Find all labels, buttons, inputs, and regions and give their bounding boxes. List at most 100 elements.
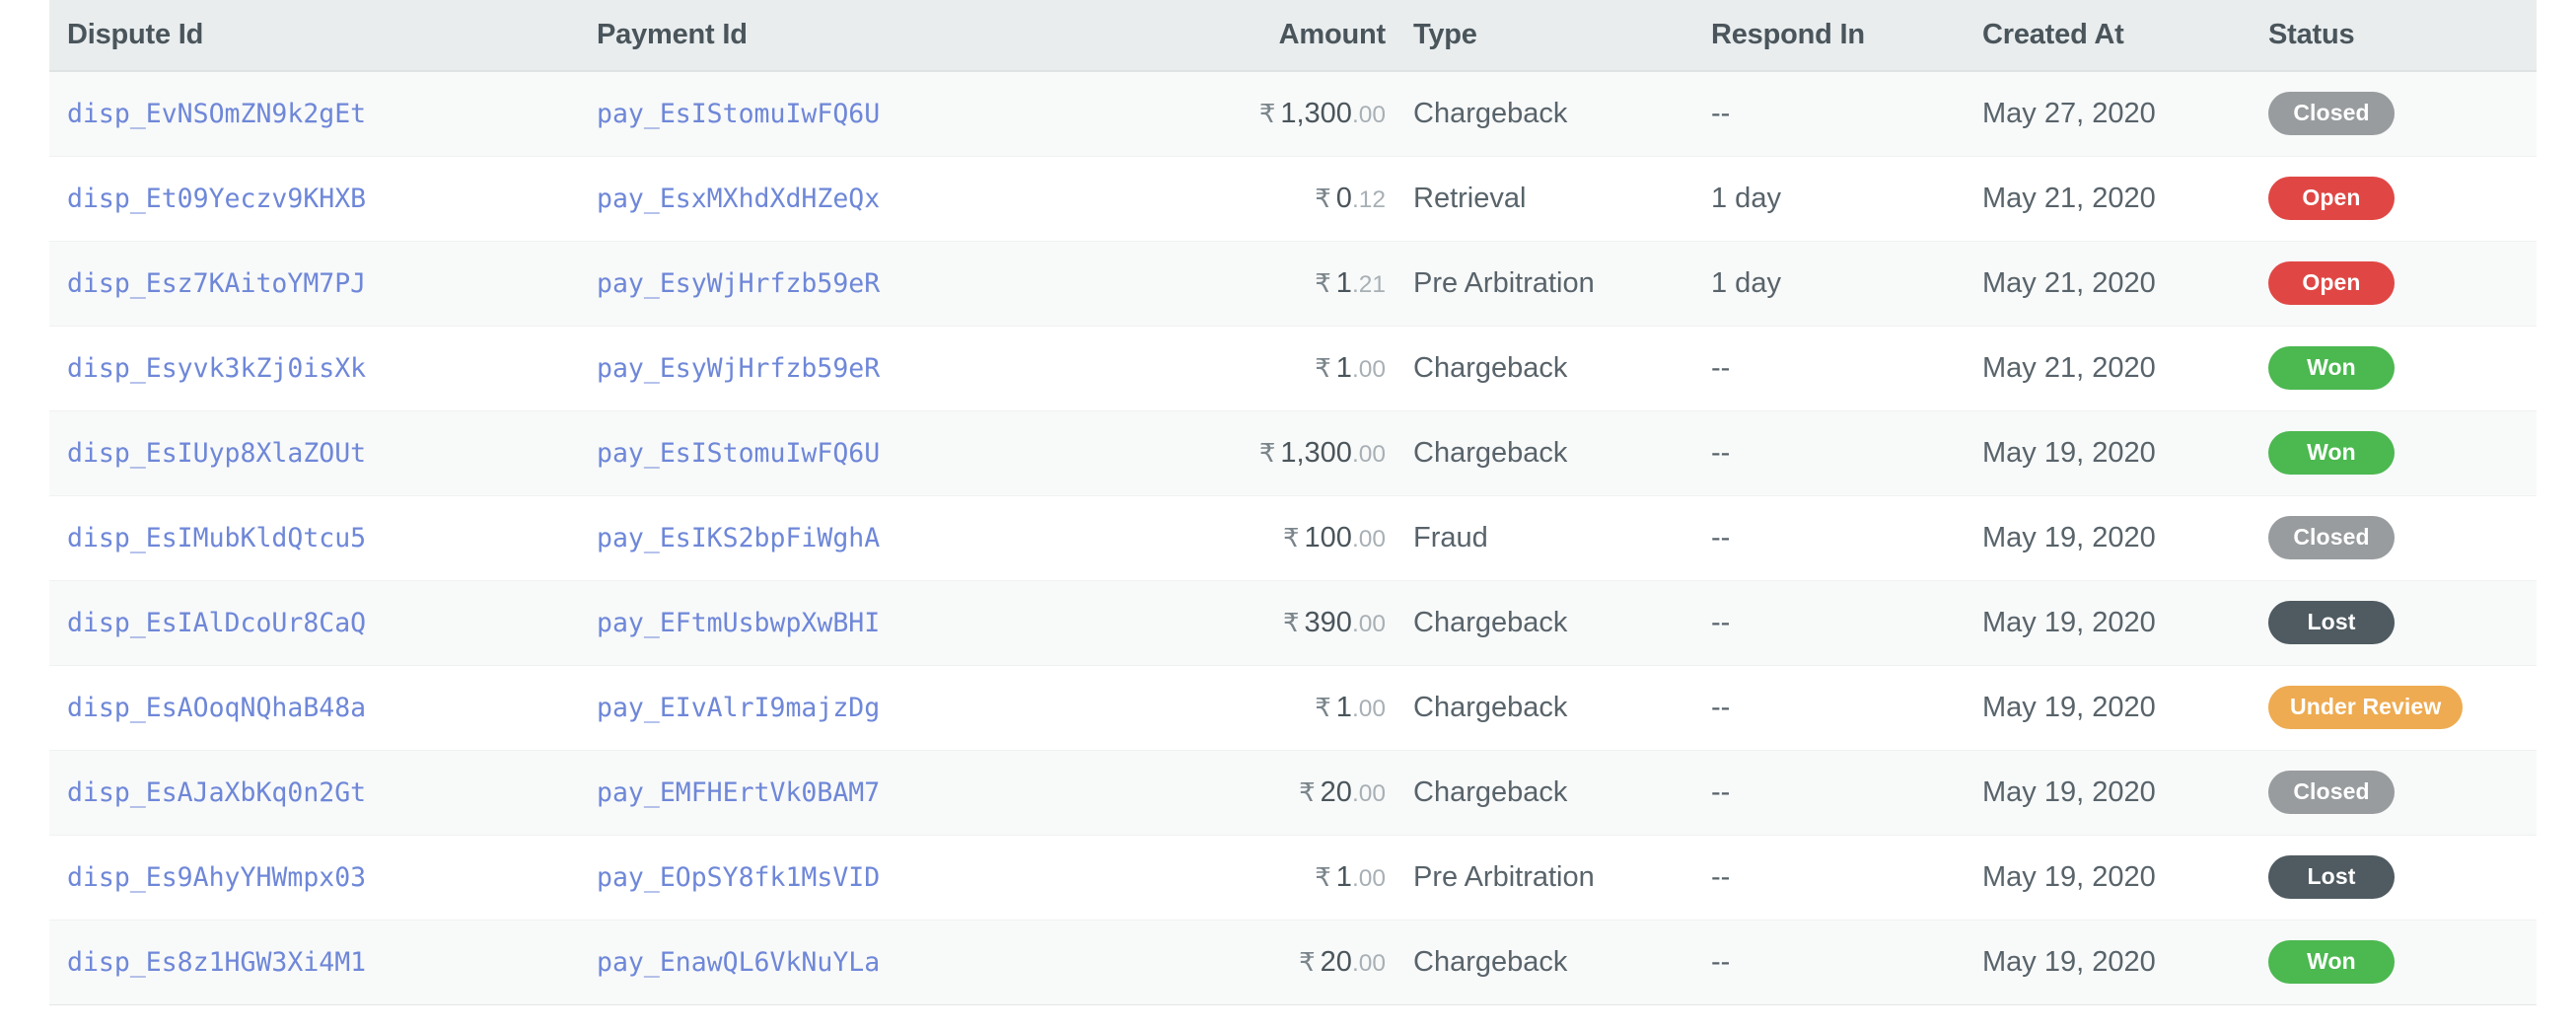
cell-created-at: May 19, 2020 bbox=[1982, 920, 2268, 1005]
cell-status: Closed bbox=[2268, 71, 2537, 157]
column-header-respond-in[interactable]: Respond In bbox=[1711, 0, 1982, 72]
table-row[interactable]: disp_EsIAlDcoUr8CaQ pay_EFtmUsbwpXwBHI ₹39… bbox=[49, 580, 2537, 666]
cell-status: Open bbox=[2268, 241, 2537, 327]
cell-status: Open bbox=[2268, 156, 2537, 242]
amount-minor: .00 bbox=[1351, 779, 1386, 807]
rupee-symbol: ₹ bbox=[1299, 776, 1316, 807]
table-row[interactable]: disp_Esz7KAitoYM7PJ pay_EsyWjHrfzb59eR ₹1.… bbox=[49, 241, 2537, 327]
cell-payment-id: pay_EsyWjHrfzb59eR bbox=[597, 326, 1174, 411]
cell-amount: ₹20.00 bbox=[1174, 920, 1386, 1005]
cell-respond-in: -- bbox=[1711, 835, 1982, 921]
dispute-id-link[interactable]: disp_EsAOoqNQhaB48a bbox=[67, 693, 366, 723]
cell-payment-id: pay_EsIStomuIwFQ6U bbox=[597, 410, 1174, 496]
cell-respond-in: -- bbox=[1711, 326, 1982, 411]
status-badge: Lost bbox=[2268, 854, 2395, 900]
cell-amount: ₹390.00 bbox=[1174, 580, 1386, 666]
amount-major: 20 bbox=[1320, 775, 1352, 808]
payment-id-link[interactable]: pay_EIvAlrI9majzDg bbox=[597, 693, 880, 723]
amount-minor: .00 bbox=[1351, 949, 1386, 977]
cell-status: Won bbox=[2268, 410, 2537, 496]
payment-id-link[interactable]: pay_EsyWjHrfzb59eR bbox=[597, 268, 880, 299]
payment-id-link[interactable]: pay_EnawQL6VkNuYLa bbox=[597, 947, 880, 978]
cell-dispute-id: disp_Esyvk3kZj0isXk bbox=[49, 326, 597, 411]
cell-payment-id: pay_EOpSY8fk1MsVID bbox=[597, 835, 1174, 921]
table-row[interactable]: disp_EvNSOmZN9k2gEt pay_EsIStomuIwFQ6U ₹1,… bbox=[49, 71, 2537, 157]
cell-amount: ₹1.00 bbox=[1174, 665, 1386, 751]
cell-created-at: May 21, 2020 bbox=[1982, 241, 2268, 327]
cell-type: Chargeback bbox=[1386, 665, 1711, 751]
column-header-type[interactable]: Type bbox=[1386, 0, 1711, 72]
table-row[interactable]: disp_EsAOoqNQhaB48a pay_EIvAlrI9majzDg ₹1.… bbox=[49, 665, 2537, 751]
table-row[interactable]: disp_EsAJaXbKq0n2Gt pay_EMFHErtVk0BAM7 ₹20… bbox=[49, 750, 2537, 836]
payment-id-link[interactable]: pay_EOpSY8fk1MsVID bbox=[597, 862, 880, 893]
amount-major: 1 bbox=[1335, 860, 1352, 893]
amount-minor: .00 bbox=[1351, 864, 1386, 892]
cell-dispute-id: disp_Et09Yeczv9KHXB bbox=[49, 156, 597, 242]
table-row[interactable]: disp_EsIMubKldQtcu5 pay_EsIKS2bpFiWghA ₹10… bbox=[49, 495, 2537, 581]
cell-created-at: May 19, 2020 bbox=[1982, 750, 2268, 836]
cell-dispute-id: disp_Es8z1HGW3Xi4M1 bbox=[49, 920, 597, 1005]
table-header: Dispute Id Payment Id Amount Type Respon… bbox=[49, 0, 2537, 72]
dispute-id-link[interactable]: disp_EsIUyp8XlaZOUt bbox=[67, 438, 366, 469]
payment-id-link[interactable]: pay_EsIStomuIwFQ6U bbox=[597, 438, 880, 469]
dispute-id-link[interactable]: disp_Esz7KAitoYM7PJ bbox=[67, 268, 366, 299]
cell-dispute-id: disp_Es9AhyYHWmpx03 bbox=[49, 835, 597, 921]
dispute-id-link[interactable]: disp_Et09Yeczv9KHXB bbox=[67, 184, 366, 214]
payment-id-link[interactable]: pay_EsIKS2bpFiWghA bbox=[597, 523, 880, 553]
amount-minor: .00 bbox=[1351, 440, 1386, 468]
rupee-symbol: ₹ bbox=[1258, 98, 1276, 128]
table-row[interactable]: disp_Es8z1HGW3Xi4M1 pay_EnawQL6VkNuYLa ₹20… bbox=[49, 920, 2537, 1005]
rupee-symbol: ₹ bbox=[1283, 607, 1300, 637]
cell-type: Pre Arbitration bbox=[1386, 835, 1711, 921]
cell-type: Chargeback bbox=[1386, 71, 1711, 157]
table-body: disp_EvNSOmZN9k2gEt pay_EsIStomuIwFQ6U ₹1,… bbox=[49, 71, 2537, 1005]
cell-created-at: May 21, 2020 bbox=[1982, 156, 2268, 242]
payment-id-link[interactable]: pay_EFtmUsbwpXwBHI bbox=[597, 608, 880, 638]
rupee-symbol: ₹ bbox=[1258, 437, 1276, 468]
dispute-id-link[interactable]: disp_EsAJaXbKq0n2Gt bbox=[67, 777, 366, 808]
cell-created-at: May 19, 2020 bbox=[1982, 835, 2268, 921]
table-row[interactable]: disp_Esyvk3kZj0isXk pay_EsyWjHrfzb59eR ₹1.… bbox=[49, 326, 2537, 411]
payment-id-link[interactable]: pay_EMFHErtVk0BAM7 bbox=[597, 777, 880, 808]
column-header-dispute-id[interactable]: Dispute Id bbox=[49, 0, 597, 72]
rupee-symbol: ₹ bbox=[1299, 946, 1316, 977]
dispute-id-link[interactable]: disp_EsIMubKldQtcu5 bbox=[67, 523, 366, 553]
payment-id-link[interactable]: pay_EsxMXhdXdHZeQx bbox=[597, 184, 880, 214]
cell-amount: ₹20.00 bbox=[1174, 750, 1386, 836]
cell-respond-in: -- bbox=[1711, 750, 1982, 836]
dispute-id-link[interactable]: disp_Es8z1HGW3Xi4M1 bbox=[67, 947, 366, 978]
amount-minor: .12 bbox=[1351, 185, 1386, 213]
status-badge: Won bbox=[2268, 939, 2395, 985]
column-header-payment-id[interactable]: Payment Id bbox=[597, 0, 1174, 72]
cell-amount: ₹1,300.00 bbox=[1174, 71, 1386, 157]
cell-respond-in: -- bbox=[1711, 71, 1982, 157]
status-badge: Lost bbox=[2268, 600, 2395, 645]
cell-status: Won bbox=[2268, 326, 2537, 411]
payment-id-link[interactable]: pay_EsyWjHrfzb59eR bbox=[597, 353, 880, 384]
cell-respond-in: -- bbox=[1711, 920, 1982, 1005]
column-header-amount[interactable]: Amount bbox=[1174, 0, 1386, 72]
cell-status: Won bbox=[2268, 920, 2537, 1005]
amount-major: 1,300 bbox=[1280, 97, 1352, 129]
payment-id-link[interactable]: pay_EsIStomuIwFQ6U bbox=[597, 99, 880, 129]
cell-status: Lost bbox=[2268, 580, 2537, 666]
rupee-symbol: ₹ bbox=[1315, 692, 1331, 722]
cell-type: Fraud bbox=[1386, 495, 1711, 581]
cell-created-at: May 27, 2020 bbox=[1982, 71, 2268, 157]
cell-created-at: May 19, 2020 bbox=[1982, 495, 2268, 581]
cell-payment-id: pay_EsyWjHrfzb59eR bbox=[597, 241, 1174, 327]
amount-major: 1 bbox=[1335, 351, 1352, 384]
amount-minor: .21 bbox=[1351, 270, 1386, 298]
dispute-id-link[interactable]: disp_Esyvk3kZj0isXk bbox=[67, 353, 366, 384]
table-row[interactable]: disp_Et09Yeczv9KHXB pay_EsxMXhdXdHZeQx ₹0.… bbox=[49, 156, 2537, 242]
table-row[interactable]: disp_Es9AhyYHWmpx03 pay_EOpSY8fk1MsVID ₹1.… bbox=[49, 835, 2537, 921]
column-header-created-at[interactable]: Created At bbox=[1982, 0, 2268, 72]
cell-payment-id: pay_EnawQL6VkNuYLa bbox=[597, 920, 1174, 1005]
dispute-id-link[interactable]: disp_EsIAlDcoUr8CaQ bbox=[67, 608, 366, 638]
table-row[interactable]: disp_EsIUyp8XlaZOUt pay_EsIStomuIwFQ6U ₹1,… bbox=[49, 410, 2537, 496]
column-header-status[interactable]: Status bbox=[2268, 0, 2537, 72]
amount-major: 390 bbox=[1304, 606, 1352, 638]
cell-amount: ₹1.21 bbox=[1174, 241, 1386, 327]
dispute-id-link[interactable]: disp_Es9AhyYHWmpx03 bbox=[67, 862, 366, 893]
dispute-id-link[interactable]: disp_EvNSOmZN9k2gEt bbox=[67, 99, 366, 129]
